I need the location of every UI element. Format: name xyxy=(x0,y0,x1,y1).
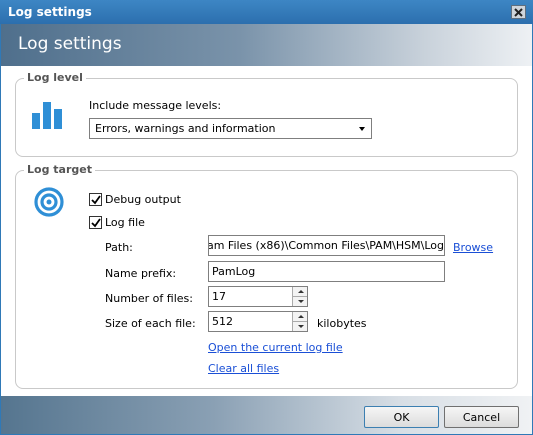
decrement-button[interactable] xyxy=(292,296,307,306)
increment-button[interactable] xyxy=(292,287,307,296)
name-prefix-label: Name prefix: xyxy=(105,267,177,280)
debug-output-label: Debug output xyxy=(105,193,181,206)
log-target-group: Log target Debug output Log file Path: a… xyxy=(15,163,518,389)
file-size-spin-buttons xyxy=(292,312,307,331)
arrow-up-icon xyxy=(298,315,304,318)
debug-output-checkbox[interactable] xyxy=(89,193,102,206)
message-level-value: Errors, warnings and information xyxy=(95,122,276,135)
size-of-each-file-label: Size of each file: xyxy=(105,317,196,330)
window-title: Log settings xyxy=(8,5,92,19)
file-size-value: 512 xyxy=(212,315,233,328)
log-settings-window: Log settings Log settings Log level Incl… xyxy=(0,0,533,435)
cancel-button-label: Cancel xyxy=(462,411,501,424)
log-target-group-label: Log target xyxy=(24,163,95,176)
number-of-files-spin-buttons xyxy=(292,287,307,306)
file-size-stepper[interactable]: 512 xyxy=(208,311,308,332)
log-file-checkbox[interactable] xyxy=(89,216,102,229)
dialog-client-area: Log settings Log level Include message l… xyxy=(1,24,532,434)
path-value: C:\Program Files (x86)\Common Files\PAM\… xyxy=(208,239,444,252)
cancel-button[interactable]: Cancel xyxy=(444,406,519,428)
path-label: Path: xyxy=(105,241,133,254)
dialog-header: Log settings xyxy=(1,24,532,66)
ok-button-label: OK xyxy=(393,411,410,424)
dialog-heading: Log settings xyxy=(18,34,122,54)
message-level-select[interactable]: Errors, warnings and information xyxy=(89,118,372,139)
browse-link[interactable]: Browse xyxy=(453,241,493,254)
target-icon xyxy=(34,187,64,217)
number-of-files-label: Number of files: xyxy=(105,292,193,305)
log-level-group-label: Log level xyxy=(24,71,86,84)
name-prefix-input[interactable]: PamLog xyxy=(208,261,445,282)
close-icon xyxy=(514,7,523,17)
arrow-down-icon xyxy=(298,325,304,328)
decrement-button[interactable] xyxy=(292,321,307,331)
increment-button[interactable] xyxy=(292,312,307,321)
include-message-levels-label: Include message levels: xyxy=(89,99,222,112)
log-level-group: Log level Include message levels: Errors… xyxy=(15,71,518,157)
number-of-files-stepper[interactable]: 17 xyxy=(208,286,308,307)
path-input[interactable]: C:\Program Files (x86)\Common Files\PAM\… xyxy=(208,235,445,256)
close-button[interactable] xyxy=(511,5,526,19)
name-prefix-value: PamLog xyxy=(212,265,256,278)
checkmark-icon xyxy=(91,195,101,205)
bar-chart-icon xyxy=(32,102,62,129)
arrow-down-icon xyxy=(298,300,304,303)
number-of-files-value: 17 xyxy=(212,290,226,303)
dialog-footer: OK Cancel xyxy=(1,396,532,434)
chevron-down-icon xyxy=(359,127,365,131)
titlebar: Log settings xyxy=(0,0,533,24)
checkmark-icon xyxy=(91,218,101,228)
file-size-unit: kilobytes xyxy=(317,317,367,330)
clear-all-files-link[interactable]: Clear all files xyxy=(208,362,279,375)
log-file-label: Log file xyxy=(105,216,145,229)
open-current-log-link[interactable]: Open the current log file xyxy=(208,341,343,354)
arrow-up-icon xyxy=(298,290,304,293)
ok-button[interactable]: OK xyxy=(364,406,439,428)
